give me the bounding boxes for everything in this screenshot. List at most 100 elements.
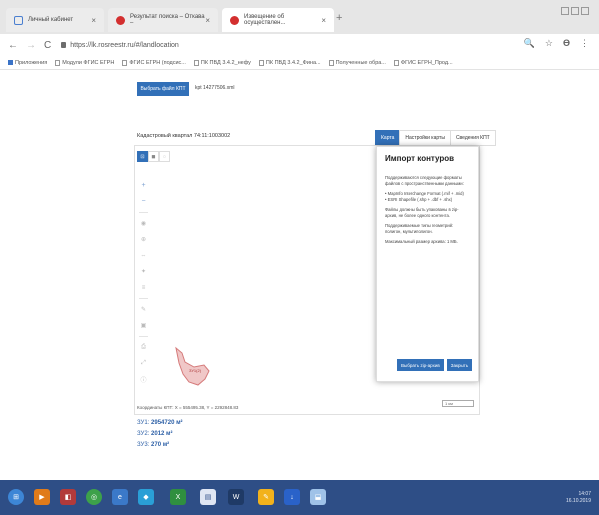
window-controls [561, 7, 589, 15]
word-icon[interactable]: W [228, 489, 244, 505]
clock-time: 14:07 [578, 491, 591, 497]
choose-zip-button[interactable]: Выбрать zip-архив [397, 359, 444, 371]
bookmark-item[interactable]: ФГИС ЕГРН (подсис... [122, 59, 186, 66]
url-field[interactable]: https://lk.rosreestr.ru/#/landlocation [61, 42, 179, 49]
select-mode-icon[interactable]: ⊡ [137, 151, 148, 162]
reload-button[interactable]: C [44, 40, 51, 51]
menu-icon[interactable]: ⋮ [580, 38, 589, 49]
tab-kpt-info[interactable]: Сведения КПТ [449, 130, 496, 146]
tab-map[interactable]: Карта [375, 130, 401, 146]
print-icon[interactable]: ⎙ [139, 342, 148, 353]
close-icon[interactable]: × [91, 16, 96, 25]
page-icon [122, 59, 128, 66]
page-icon [328, 59, 334, 66]
scale-control[interactable]: 1 км [442, 400, 474, 407]
map-toolbar: + − ◉ ⊕ ⇔ ✦ ≡ ✎ ▣ ⎙ ⤢ ⓘ [139, 180, 148, 390]
close-icon[interactable]: × [205, 16, 210, 25]
ruler-icon[interactable]: ⇔ [139, 250, 148, 261]
back-button[interactable]: ← [8, 40, 18, 51]
excel-icon[interactable]: X [170, 489, 186, 505]
page-icon [193, 59, 199, 66]
panel-tabs: Карта Настройки карты Сведения КПТ [375, 130, 496, 146]
url-text: https://lk.rosreestr.ru/#/landlocation [70, 41, 179, 49]
bookmark-item[interactable]: Полученные обра... [328, 59, 386, 66]
download-icon[interactable]: ↓ [284, 489, 300, 505]
maps-icon[interactable]: ◆ [138, 489, 154, 505]
zoom-in-icon[interactable]: + [139, 180, 148, 191]
bookmark-apps[interactable]: Приложения [8, 60, 47, 66]
save-icon[interactable]: ▣ [139, 320, 148, 331]
windows-taskbar: ⊞ ▶ ◧ ◎ e ◆ X ▤ W ✎ ↓ ⬓ 14:07 16.10.2019 [0, 480, 599, 515]
browser-tab-strip: Личный кабинет × Результат поиска – Отка… [0, 0, 599, 34]
dialog-note: Файлы должны быть упакованы в zip-архив,… [385, 207, 459, 218]
opera-icon [116, 15, 125, 25]
tab-notice[interactable]: Извещение об осуществлен... × [222, 8, 334, 32]
layers-icon[interactable]: ≡ [139, 282, 148, 293]
system-tray[interactable]: 14:07 16.10.2019 [566, 491, 591, 505]
tab-lichny-kabinet[interactable]: Личный кабинет × [6, 8, 104, 32]
map-mode-group: ⊡ ◼ ◌ [137, 151, 170, 162]
dialog-note: Максимальный размер архива: 1 МБ. [385, 239, 458, 244]
maximize-icon[interactable] [571, 7, 579, 15]
bookmark-item[interactable]: ПК ПВД 3.4.2_Фина... [258, 59, 321, 66]
contour-label: ЗУ1(2) [189, 368, 202, 373]
fullscreen-icon[interactable]: ⤢ [139, 358, 148, 369]
pan-mode-icon[interactable]: ◼ [148, 151, 159, 162]
info-icon[interactable]: ⓘ [139, 374, 148, 385]
close-icon[interactable]: × [321, 16, 326, 25]
areas-list: ЗУ1: 2954720 м² ЗУ2: 2012 м² ЗУ3: 270 м² [137, 418, 183, 451]
edit-icon[interactable]: ✎ [139, 304, 148, 315]
divider [139, 298, 148, 299]
format-list: MapInfo Interchange Format (.mif + .mid)… [385, 191, 470, 203]
layer-mode-icon[interactable]: ◌ [159, 151, 170, 162]
compass-icon[interactable]: ✦ [139, 266, 148, 277]
close-window-icon[interactable] [581, 7, 589, 15]
dialog-title: Импорт контуров [385, 154, 455, 163]
select-file-button[interactable]: Выбрать файл КПТ [137, 82, 189, 96]
document-icon [14, 15, 23, 25]
tab-map-settings[interactable]: Настройки карты [399, 130, 451, 146]
marker-icon[interactable]: ⊕ [139, 234, 148, 245]
area-item: ЗУ1: 2954720 м² [137, 420, 183, 426]
notes-icon[interactable]: ◧ [60, 489, 76, 505]
app-icon[interactable]: ⬓ [310, 489, 326, 505]
star-icon[interactable]: ☆ [545, 38, 553, 49]
search-icon[interactable]: 🔍 [524, 38, 535, 49]
address-bar-row: ← → C https://lk.rosreestr.ru/#/landloca… [0, 34, 599, 56]
ie-icon[interactable]: e [112, 489, 128, 505]
dialog-intro: Поддерживаются следующие форматы файлов … [385, 175, 464, 186]
chrome-icon[interactable]: ◎ [86, 489, 102, 505]
area-item: ЗУ2: 2012 м² [137, 431, 173, 437]
apps-icon [8, 60, 13, 65]
forward-button[interactable]: → [26, 40, 36, 51]
zoom-out-icon[interactable]: − [139, 196, 148, 207]
pin-icon[interactable]: ◉ [139, 218, 148, 229]
format-item: ESRI Shapefile (.shp + .dbf + .shx) [385, 197, 470, 203]
start-icon[interactable]: ⊞ [8, 489, 24, 505]
divider [139, 336, 148, 337]
tab-label: Личный кабинет [28, 17, 74, 23]
file-name: kpt 14277506.xml [195, 85, 235, 91]
import-contours-dialog: Импорт контуров Поддерживаются следующие… [376, 146, 479, 382]
paint-icon[interactable]: ✎ [258, 489, 274, 505]
panel-title: Кадастровый квартал 74:11:1003002 [137, 133, 231, 139]
tab-search-results[interactable]: Результат поиска – Откава – × [108, 8, 218, 32]
close-button[interactable]: Закрыть [446, 359, 473, 371]
page-icon [393, 59, 399, 66]
bookmark-item[interactable]: ПК ПВД 3.4.2_нефу [193, 59, 251, 66]
land-plot-contour[interactable]: ЗУ1(2) [172, 345, 222, 390]
minimize-icon[interactable] [561, 7, 569, 15]
profile-icon[interactable]: Ɵ [563, 38, 570, 49]
bookmark-item[interactable]: Модули ФГИС ЕГРН [55, 59, 114, 66]
tab-label: Извещение об осуществлен... [244, 14, 286, 26]
new-tab-button[interactable]: + [336, 12, 342, 24]
tab-label: Результат поиска – Откава – [130, 14, 205, 26]
page-icon [55, 59, 61, 66]
files-icon[interactable]: ▤ [200, 489, 216, 505]
divider [139, 212, 148, 213]
media-player-icon[interactable]: ▶ [34, 489, 50, 505]
coordinates-readout: Координаты КПТ: X = 555495.38, Y = 22928… [137, 405, 239, 410]
bookmark-item[interactable]: ФГИС ЕГРН_Прод... [393, 59, 453, 66]
opera-icon [230, 15, 239, 25]
clock-date: 16.10.2019 [565, 498, 591, 504]
